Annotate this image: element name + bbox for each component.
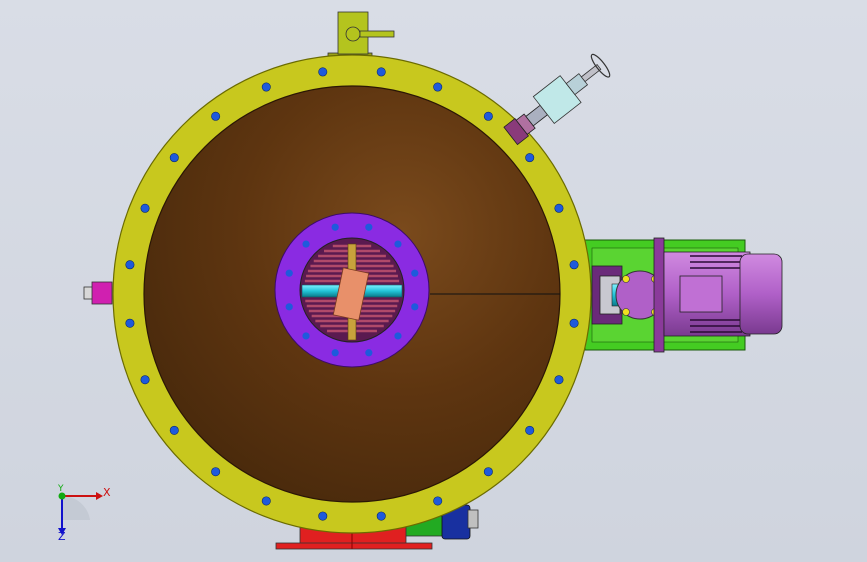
manway-bolt — [331, 223, 339, 231]
manway-bolt — [394, 240, 402, 248]
flange-bolt — [554, 203, 564, 213]
manway-bolt — [302, 332, 310, 340]
manway-bolt — [331, 349, 339, 357]
flange-bolt — [483, 467, 493, 477]
flange-bolt — [376, 67, 386, 77]
globe-valve[interactable] — [500, 50, 614, 149]
flange-bolt — [525, 153, 535, 163]
manway-bolt — [365, 223, 373, 231]
flange-bolt — [376, 511, 386, 521]
flange-bolt — [140, 203, 150, 213]
manway-bolt — [285, 303, 293, 311]
flange-bolt — [261, 82, 271, 92]
flange-bolt — [569, 260, 579, 270]
top-inlet-pipe[interactable] — [327, 11, 395, 60]
flange-bolt — [125, 318, 135, 328]
manway-bolt — [302, 240, 310, 248]
manway-bolt — [394, 332, 402, 340]
manway-bolt — [285, 269, 293, 277]
motor-assembly[interactable] — [584, 237, 783, 353]
manway-bolt — [365, 349, 373, 357]
flange-bolt — [125, 260, 135, 270]
flange-bolt — [433, 496, 443, 506]
flange-bolt — [169, 153, 179, 163]
flange-bolt — [569, 318, 579, 328]
flange-bolt — [525, 425, 535, 435]
manway-bolt — [411, 269, 419, 277]
coordinate-triad — [58, 492, 103, 535]
flange-bolt — [211, 111, 221, 121]
triad-x-label: X — [103, 486, 111, 499]
triad-y-label: Y — [58, 484, 64, 494]
flange-bolt — [318, 511, 328, 521]
flange-bolt — [554, 375, 564, 385]
flange-bolt — [211, 467, 221, 477]
center-manway[interactable] — [274, 212, 430, 368]
flange-bolt — [140, 375, 150, 385]
flange-bolt — [169, 425, 179, 435]
manway-bolt — [411, 303, 419, 311]
flange-bolt — [483, 111, 493, 121]
cad-viewport[interactable] — [0, 0, 867, 562]
flange-bolt — [261, 496, 271, 506]
flange-bolt — [318, 67, 328, 77]
left-nozzle[interactable] — [83, 281, 113, 305]
triad-z-label: Z — [58, 530, 66, 543]
flange-bolt — [433, 82, 443, 92]
